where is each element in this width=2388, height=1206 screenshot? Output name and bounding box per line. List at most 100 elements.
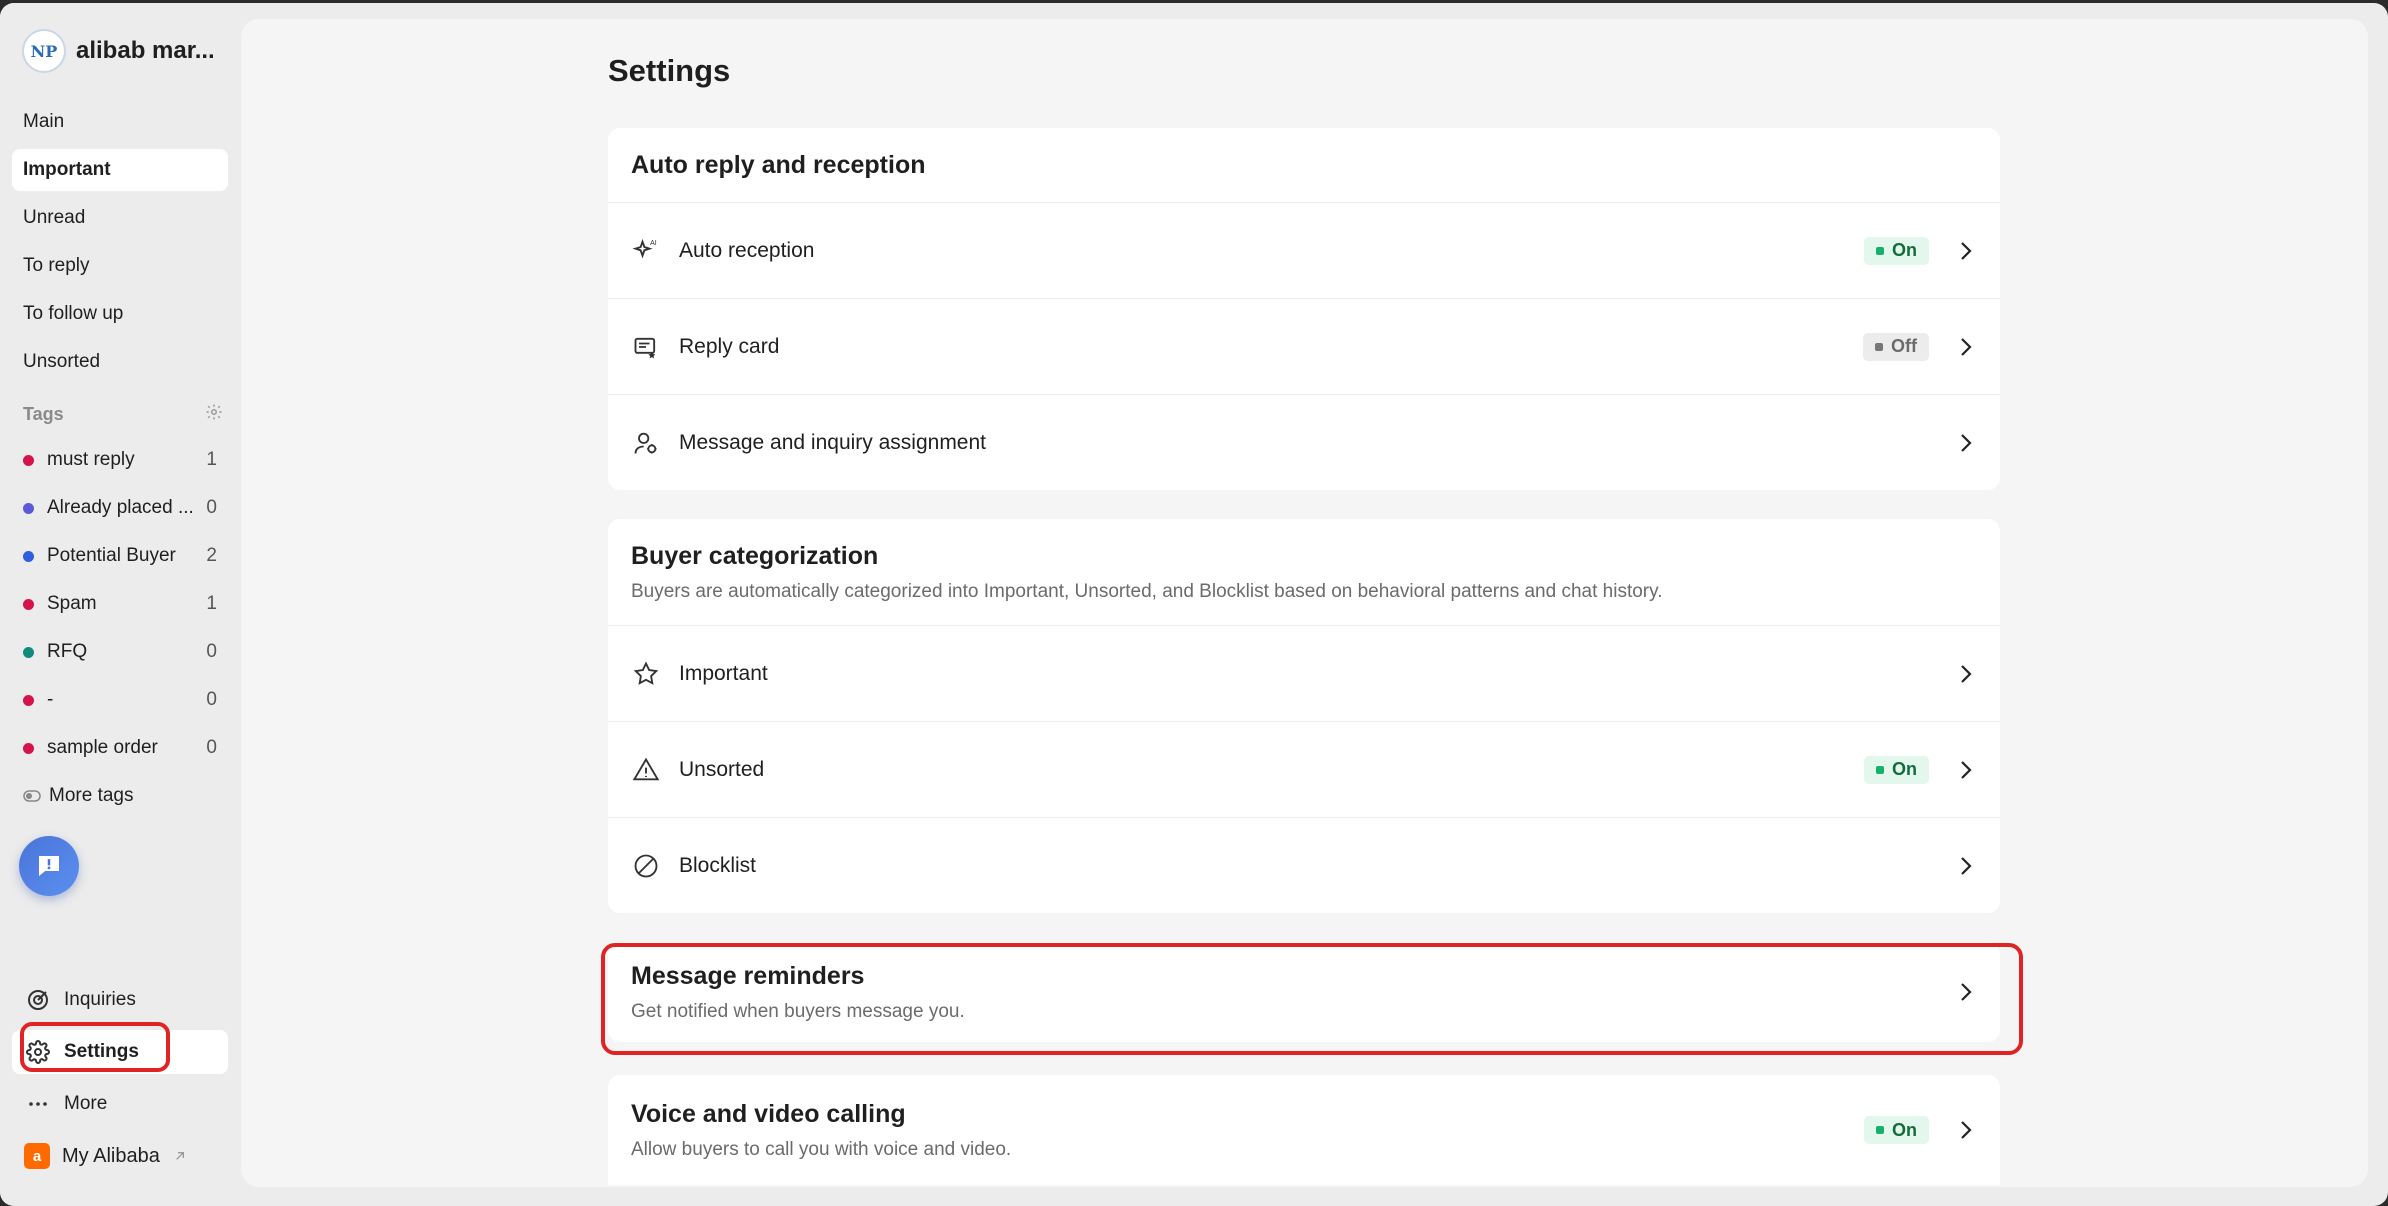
sidebar-item-inquiries[interactable]: Inquiries [12,978,228,1022]
tag-color-dot [23,550,34,562]
message-reminders-card[interactable]: Message reminders Get notified when buye… [608,942,2000,1042]
external-link-icon [176,1152,184,1160]
sidebar-item-to-follow-up[interactable]: To follow up [12,293,228,335]
tag-color-dot [23,742,34,754]
tag-count: 0 [206,497,217,518]
tag-color-dot [23,454,34,466]
section-title: Auto reply and reception [631,151,926,179]
chevron-right-icon [1955,663,1977,685]
row-label: Message and inquiry assignment [679,430,987,454]
inquiries-label: Inquiries [64,989,136,1010]
tag-item[interactable]: Potential Buyer 2 [12,535,228,577]
brand[interactable]: NP alibab mar... [22,29,215,73]
row-label: Unsorted [679,757,765,781]
alibaba-logo-icon: a [24,1143,50,1169]
ellipsis-icon [29,1102,47,1106]
row-label: Reply card [679,334,780,358]
tag-item[interactable]: Spam 1 [12,583,228,625]
tag-count: 2 [206,545,217,566]
more-label: More [64,1093,108,1114]
status-badge: On [1864,1116,1929,1144]
toggle-icon [23,790,41,802]
chevron-right-icon [1955,336,1977,358]
chevron-right-icon [1955,759,1977,781]
my-alibaba-label: My Alibaba [62,1144,160,1167]
chevron-right-icon [1955,432,1977,454]
chevron-right-icon [1955,1119,1977,1141]
section-subtitle: Get notified when buyers message you. [631,1000,965,1022]
row-label: Auto reception [679,238,815,262]
reply-card-row[interactable]: Reply card Off [608,298,2000,394]
tag-count: 1 [206,449,217,470]
tag-name: Already placed ... [47,497,194,518]
sidebar-nav: Main Important Unread To reply To follow… [12,101,228,389]
gear-icon [26,1040,50,1064]
sidebar-item-important[interactable]: Important [12,149,228,191]
section-title: Buyer categorization [631,542,879,570]
status-badge: On [1864,236,1929,265]
tag-color-dot [23,502,34,514]
tag-item[interactable]: RFQ 0 [12,631,228,673]
blocklist-row[interactable]: Blocklist [608,817,2000,913]
sidebar-item-main[interactable]: Main [12,101,228,143]
tags-header: Tags [23,403,223,426]
tag-item[interactable]: Already placed ... 0 [12,487,228,529]
settings-label: Settings [64,1041,139,1062]
brand-logo: NP [22,29,66,73]
sidebar: NP alibab mar... Main Important Unread T… [0,3,238,1206]
block-icon [631,851,661,881]
tag-count: 0 [206,641,217,662]
page-title: Settings [608,53,731,88]
tag-item[interactable]: must reply 1 [12,439,228,481]
tag-color-dot [23,598,34,610]
tags-heading: Tags [23,404,64,424]
row-label: Blocklist [679,853,757,877]
tag-name: Spam [47,593,97,614]
section-subtitle: Allow buyers to call you with voice and … [631,1138,1012,1160]
more-tags-label: More tags [49,785,134,806]
tags-settings-icon[interactable] [205,403,223,426]
chevron-right-icon [1955,855,1977,877]
sidebar-item-more[interactable]: More [12,1082,228,1126]
tags-list: must reply 1 Already placed ... 0 Potent… [12,439,228,817]
warning-icon [631,755,661,785]
auto-reception-row[interactable]: AI Auto reception On [608,202,2000,298]
feedback-icon [39,856,59,876]
reply-card-icon [631,332,661,362]
unsorted-row[interactable]: Unsorted On [608,721,2000,817]
svg-text:AI: AI [650,240,657,247]
brand-name: alibab mar... [76,37,215,64]
tag-name: must reply [47,449,135,470]
sidebar-item-settings[interactable]: Settings [12,1030,228,1074]
tag-item[interactable]: - 0 [12,679,228,721]
status-badge: Off [1863,332,1929,361]
target-icon [28,990,48,1010]
auto-reply-card: Auto reply and reception AI Auto recepti… [608,128,2000,490]
tag-name: sample order [47,737,158,758]
my-alibaba-link[interactable]: a My Alibaba [12,1134,228,1178]
row-label: Important [679,661,768,685]
voice-video-card[interactable]: Voice and video calling Allow buyers to … [608,1075,2000,1185]
tag-count: 0 [206,737,217,758]
sidebar-item-unread[interactable]: Unread [12,197,228,239]
tag-name: Potential Buyer [47,545,176,566]
tag-count: 0 [206,689,217,710]
tag-item[interactable]: sample order 0 [12,727,228,769]
main-panel: Settings Auto reply and reception AI Aut… [241,19,2368,1187]
important-row[interactable]: Important [608,625,2000,721]
feedback-button[interactable] [19,836,79,896]
bottom-nav: Inquiries Settings More a My Alibaba [12,978,228,1178]
tag-name: - [47,689,54,710]
status-badge: On [1864,755,1929,784]
star-icon [631,659,661,689]
app-window: NP alibab mar... Main Important Unread T… [0,3,2388,1206]
sidebar-item-to-reply[interactable]: To reply [12,245,228,287]
user-assign-icon [631,428,661,458]
more-tags-button[interactable]: More tags [12,775,228,817]
sidebar-item-unsorted[interactable]: Unsorted [12,341,228,383]
buyer-categorization-card: Buyer categorization Buyers are automati… [608,519,2000,913]
section-title: Voice and video calling [631,1099,906,1128]
tag-color-dot [23,646,34,658]
assignment-row[interactable]: Message and inquiry assignment [608,394,2000,490]
chevron-right-icon [1955,981,1977,1003]
